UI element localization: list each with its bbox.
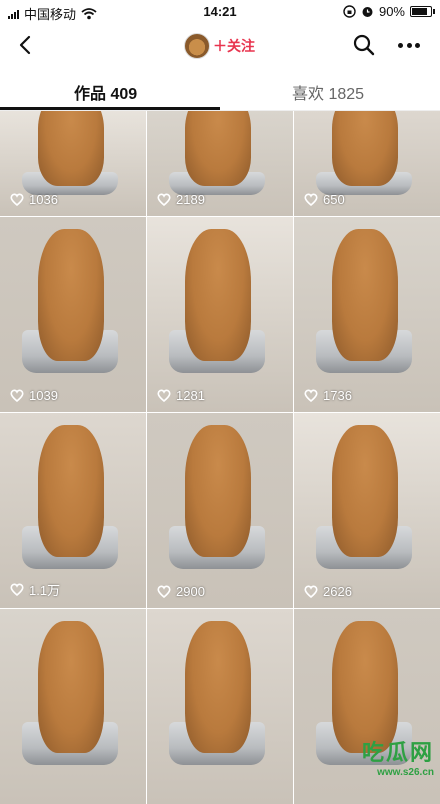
avatar[interactable] [184,33,210,59]
like-count: 1281 [157,388,205,403]
heart-icon [304,389,318,402]
watermark-brand: 吃瓜网 [361,740,434,765]
heart-icon [304,193,318,206]
video-tile[interactable]: 1281 [147,217,293,412]
like-count: 1036 [10,192,58,207]
profile-header: ＋关注 [0,24,440,68]
dog-shape [185,620,251,754]
dog-shape [332,424,398,558]
video-tile[interactable]: 2900 [147,413,293,608]
video-tile[interactable]: 1736 [294,217,440,412]
search-icon[interactable] [352,33,376,57]
dog-shape [38,620,104,754]
like-count: 2189 [157,192,205,207]
dog-shape [185,228,251,362]
like-count-label: 1736 [323,388,352,403]
dog-shape [185,111,251,186]
like-count-label: 1039 [29,388,58,403]
follow-button[interactable]: ＋关注 [213,36,255,56]
like-count-label: 2626 [323,584,352,599]
heart-icon [157,585,171,598]
video-grid: 1036 2189 650 1039 1281 1736 1.1万 2900 2626 [0,111,440,804]
heart-icon [10,193,24,206]
back-icon[interactable] [14,33,38,57]
heart-icon [10,389,24,402]
dog-shape [185,424,251,558]
dog-shape [332,111,398,186]
like-count: 2626 [304,584,352,599]
dog-shape [38,424,104,558]
active-tab-indicator [0,107,220,110]
lock-rotation-icon [343,5,356,18]
dog-shape [332,228,398,362]
profile-tabs: 作品 409 喜欢 1825 [0,70,440,111]
dog-shape [38,111,104,186]
like-count-label: 2900 [176,584,205,599]
like-count-label: 1281 [176,388,205,403]
watermark: 吃瓜网 www.s26.cn [362,735,434,778]
video-tile[interactable] [0,609,146,804]
like-count: 1.1万 [10,580,60,599]
video-tile[interactable]: 1036 [0,111,146,216]
battery-icon [410,6,435,17]
video-tile[interactable] [147,609,293,804]
heart-icon [157,389,171,402]
like-count: 2900 [157,584,205,599]
video-tile[interactable]: 1039 [0,217,146,412]
tab-likes[interactable]: 喜欢 1825 [292,80,364,104]
tab-works[interactable]: 作品 409 [74,80,137,104]
video-tile[interactable]: 2626 [294,413,440,608]
heart-icon [10,583,24,596]
like-count-label: 2189 [176,192,205,207]
heart-icon [304,585,318,598]
alarm-icon [362,7,373,17]
dog-shape [332,620,398,754]
video-tile[interactable]: 650 [294,111,440,216]
dog-shape [38,228,104,362]
video-tile[interactable]: 1.1万 [0,413,146,608]
like-count-label: 1036 [29,192,58,207]
heart-icon [157,193,171,206]
more-icon[interactable] [398,43,420,49]
battery-percent: 90% [378,4,405,19]
status-bar: 中国移动 14:21 90% [0,0,440,24]
watermark-url: www.s26.cn [377,767,434,778]
like-count: 1039 [10,388,58,403]
like-count-label: 650 [323,192,345,207]
like-count: 1736 [304,388,352,403]
like-count-label: 1.1万 [29,583,61,598]
like-count: 650 [304,192,345,207]
video-tile[interactable]: 2189 [147,111,293,216]
